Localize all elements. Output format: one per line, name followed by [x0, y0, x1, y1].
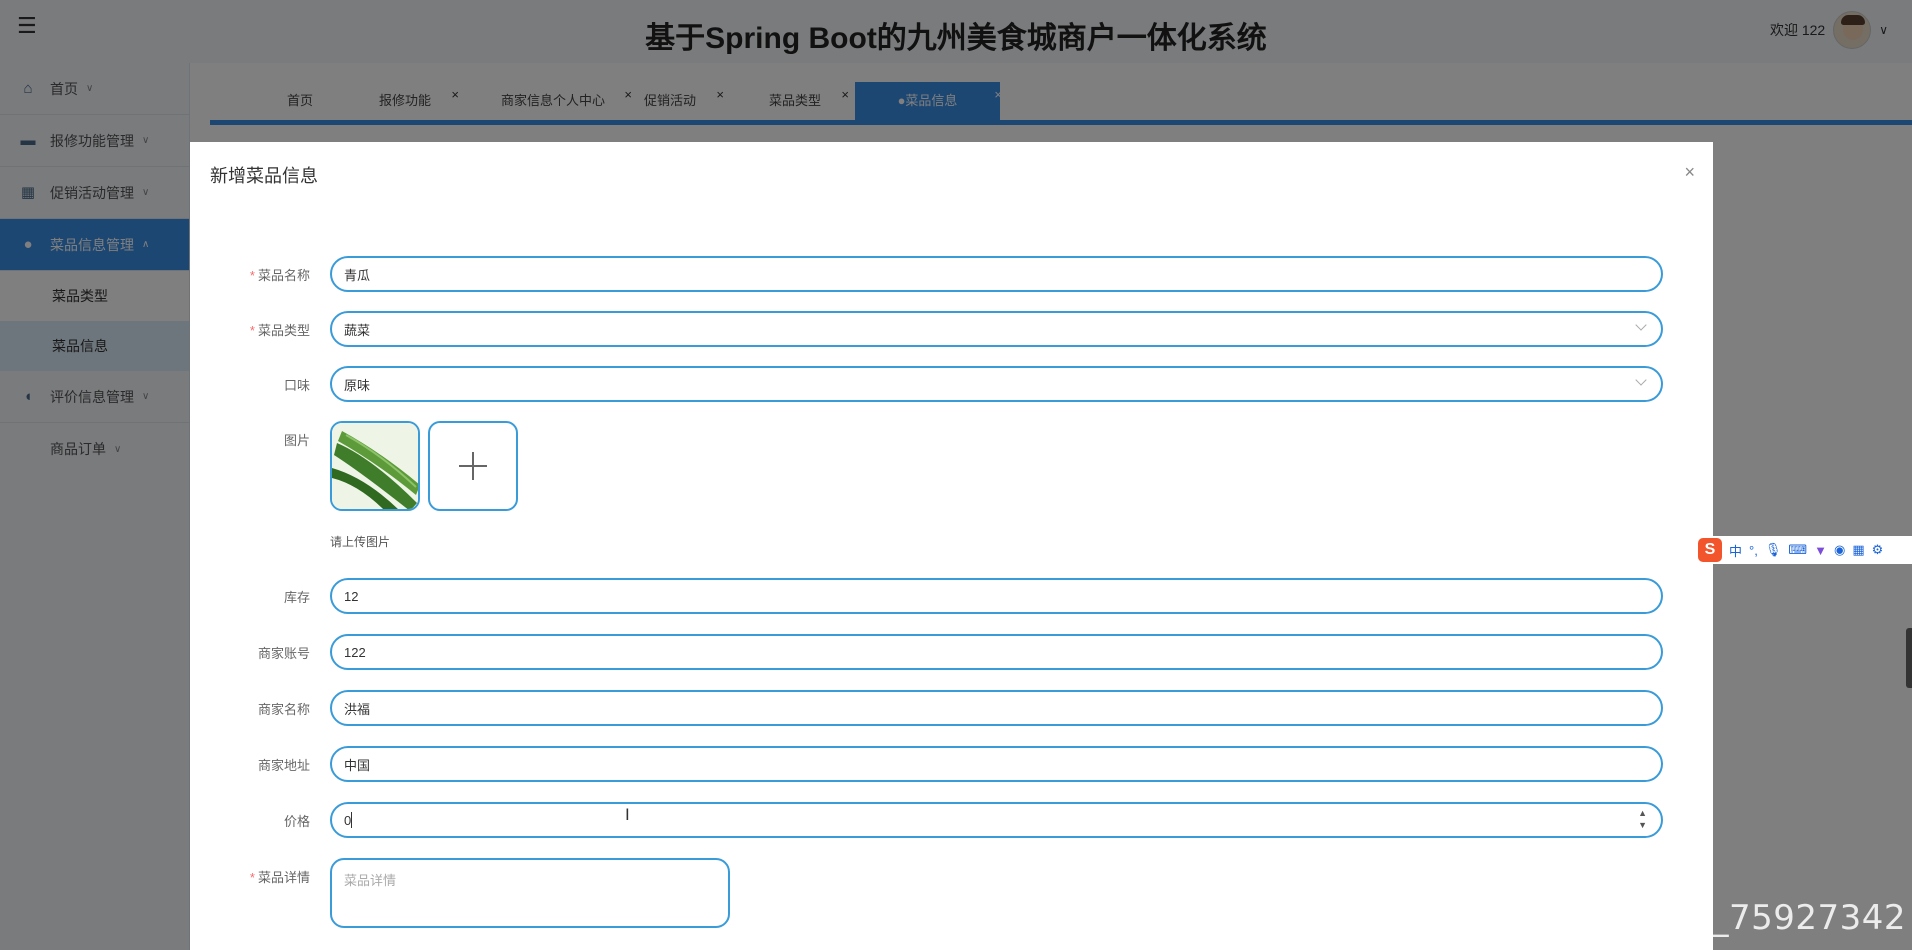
microphone-icon[interactable]: 🎙 — [1765, 542, 1782, 558]
ime-toolbar[interactable]: S 中 °, 🎙 ⌨ ▼ ◉ ▦ ⚙ — [1694, 536, 1912, 564]
price-input[interactable]: 0 ▲ ▼ — [330, 802, 1663, 838]
stock-input[interactable]: 12 — [330, 578, 1663, 614]
field-label: * 菜品名称 — [249, 268, 310, 283]
skin-icon[interactable]: ▼ — [1814, 543, 1827, 558]
field-label: 价格 — [283, 814, 310, 829]
field-label: 图片 — [283, 433, 310, 448]
field-label: 商家地址 — [257, 758, 310, 773]
sogou-logo-icon[interactable]: S — [1698, 538, 1722, 562]
field-label: 库存 — [283, 590, 310, 605]
number-stepper[interactable]: ▲ ▼ — [1638, 807, 1647, 831]
field-label: 商家账号 — [257, 646, 310, 661]
settings-icon[interactable]: ⚙ — [1872, 542, 1884, 558]
field-label: * 菜品类型 — [249, 323, 310, 338]
chevron-down-icon — [1635, 319, 1647, 331]
chevron-down-icon — [1635, 374, 1647, 386]
upload-tip: 请上传图片 — [330, 535, 391, 549]
ime-mode[interactable]: 中 — [1729, 541, 1742, 560]
add-image-button[interactable] — [428, 421, 518, 511]
merchant-account-input[interactable]: 122 — [330, 634, 1663, 670]
price-value: 0 — [344, 812, 352, 828]
merchant-address-input[interactable]: 中国 — [330, 746, 1663, 782]
field-label: 口味 — [283, 378, 310, 393]
flavor-select[interactable]: 原味 — [330, 366, 1663, 402]
close-icon[interactable]: × — [1684, 162, 1695, 183]
text-caret — [351, 812, 353, 828]
selected-value: 蔬菜 — [344, 322, 371, 338]
scrollbar-thumb[interactable] — [1906, 628, 1912, 688]
selected-value: 原味 — [344, 377, 371, 393]
keyboard-icon[interactable]: ⌨ — [1788, 542, 1807, 558]
text-cursor-icon: Ⅰ — [625, 807, 630, 824]
field-label: * 菜品详情 — [249, 870, 310, 885]
ime-punct[interactable]: °, — [1749, 543, 1758, 558]
watermark: CSDN @2201_75927342 — [1478, 898, 1906, 938]
game-icon[interactable]: ◉ — [1834, 542, 1845, 558]
dish-detail-textarea[interactable]: 菜品详情 — [330, 858, 730, 928]
apps-icon[interactable]: ▦ — [1852, 542, 1864, 558]
dish-name-input[interactable]: 青瓜 — [330, 256, 1663, 292]
uploaded-image-thumbnail[interactable] — [330, 421, 420, 511]
dialog-title: 新增菜品信息 — [210, 166, 318, 186]
field-label: 商家名称 — [257, 702, 310, 717]
add-dish-dialog: 新增菜品信息 × * 菜品名称 青瓜 * 菜品类型 蔬菜 口味 原味 图片 请上… — [190, 142, 1713, 950]
merchant-name-input[interactable]: 洪福 — [330, 690, 1663, 726]
cucumber-image — [332, 423, 418, 509]
dish-type-select[interactable]: 蔬菜 — [330, 311, 1663, 347]
